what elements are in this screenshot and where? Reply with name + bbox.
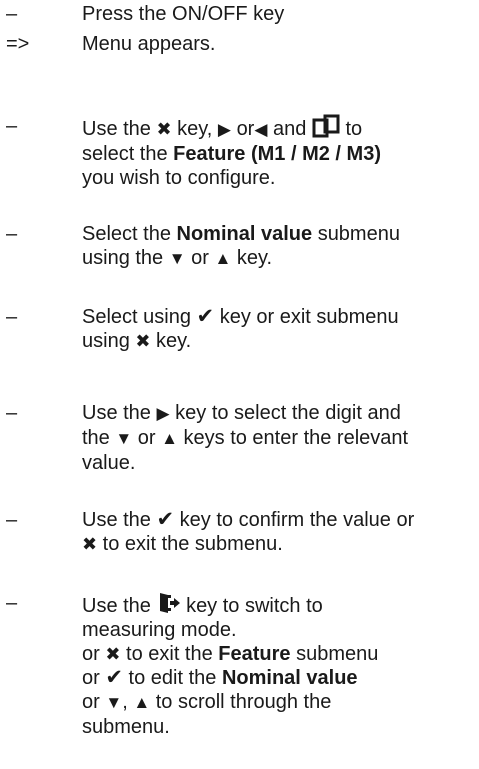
step-marker: – — [6, 3, 18, 25]
nominal-value-term: Nominal value — [221, 667, 358, 689]
left-arrow-icon: ◀ — [254, 120, 268, 139]
down-arrow-icon: ▼ — [105, 693, 123, 712]
check-icon: ✔ — [196, 305, 215, 328]
step-text: Menu appears. — [82, 32, 474, 56]
step-marker: – — [6, 306, 18, 328]
cross-icon: ✖ — [135, 331, 151, 351]
right-arrow-icon: ▶ — [217, 120, 231, 139]
feature-term: Feature — [218, 643, 291, 665]
step-line: Menu appears. — [82, 33, 216, 55]
cross-icon: ✖ — [156, 119, 172, 139]
step-text: Select the Nominal value submenu using t… — [82, 223, 400, 269]
step-line: Press the ON/OFF key — [82, 3, 285, 25]
pages-icon — [312, 114, 340, 141]
cross-icon: ✖ — [105, 644, 121, 664]
step-text: Press the ON/OFF key — [82, 2, 474, 26]
step-text: Select using ✔ key or exit submenu using… — [82, 305, 399, 352]
step-text: Use the key to switch to measuring mode.… — [82, 591, 474, 739]
up-arrow-icon: ▲ — [214, 249, 232, 268]
step-marker: – — [6, 592, 18, 614]
step-marker: – — [6, 223, 18, 245]
page: { "steps": [ {"marker": "–", "line1": "P… — [0, 0, 479, 769]
nominal-value-term: Nominal value — [176, 223, 313, 245]
check-icon: ✔ — [105, 666, 123, 689]
up-arrow-icon: ▲ — [133, 693, 151, 712]
right-arrow-icon: ▶ — [156, 404, 170, 423]
down-arrow-icon: ▼ — [115, 429, 133, 448]
check-icon: ✔ — [156, 508, 175, 531]
step-marker: – — [6, 509, 18, 531]
step-text: Use the ▶ key to select the digit and th… — [82, 402, 409, 474]
feature-term: Feature (M1 / M2 / M3) — [173, 143, 381, 165]
step-text: Use the ✖ key, ▶ or◀ and to select the F… — [82, 114, 474, 190]
step-marker: – — [6, 402, 18, 424]
up-arrow-icon: ▲ — [161, 429, 178, 448]
step-marker: – — [6, 115, 18, 137]
cross-icon: ✖ — [82, 534, 98, 554]
exit-door-icon — [157, 591, 181, 618]
down-arrow-icon: ▼ — [168, 249, 186, 268]
result-marker: => — [6, 33, 30, 55]
step-text: Use the ✔ key to confirm the value or ✖ … — [82, 508, 415, 555]
